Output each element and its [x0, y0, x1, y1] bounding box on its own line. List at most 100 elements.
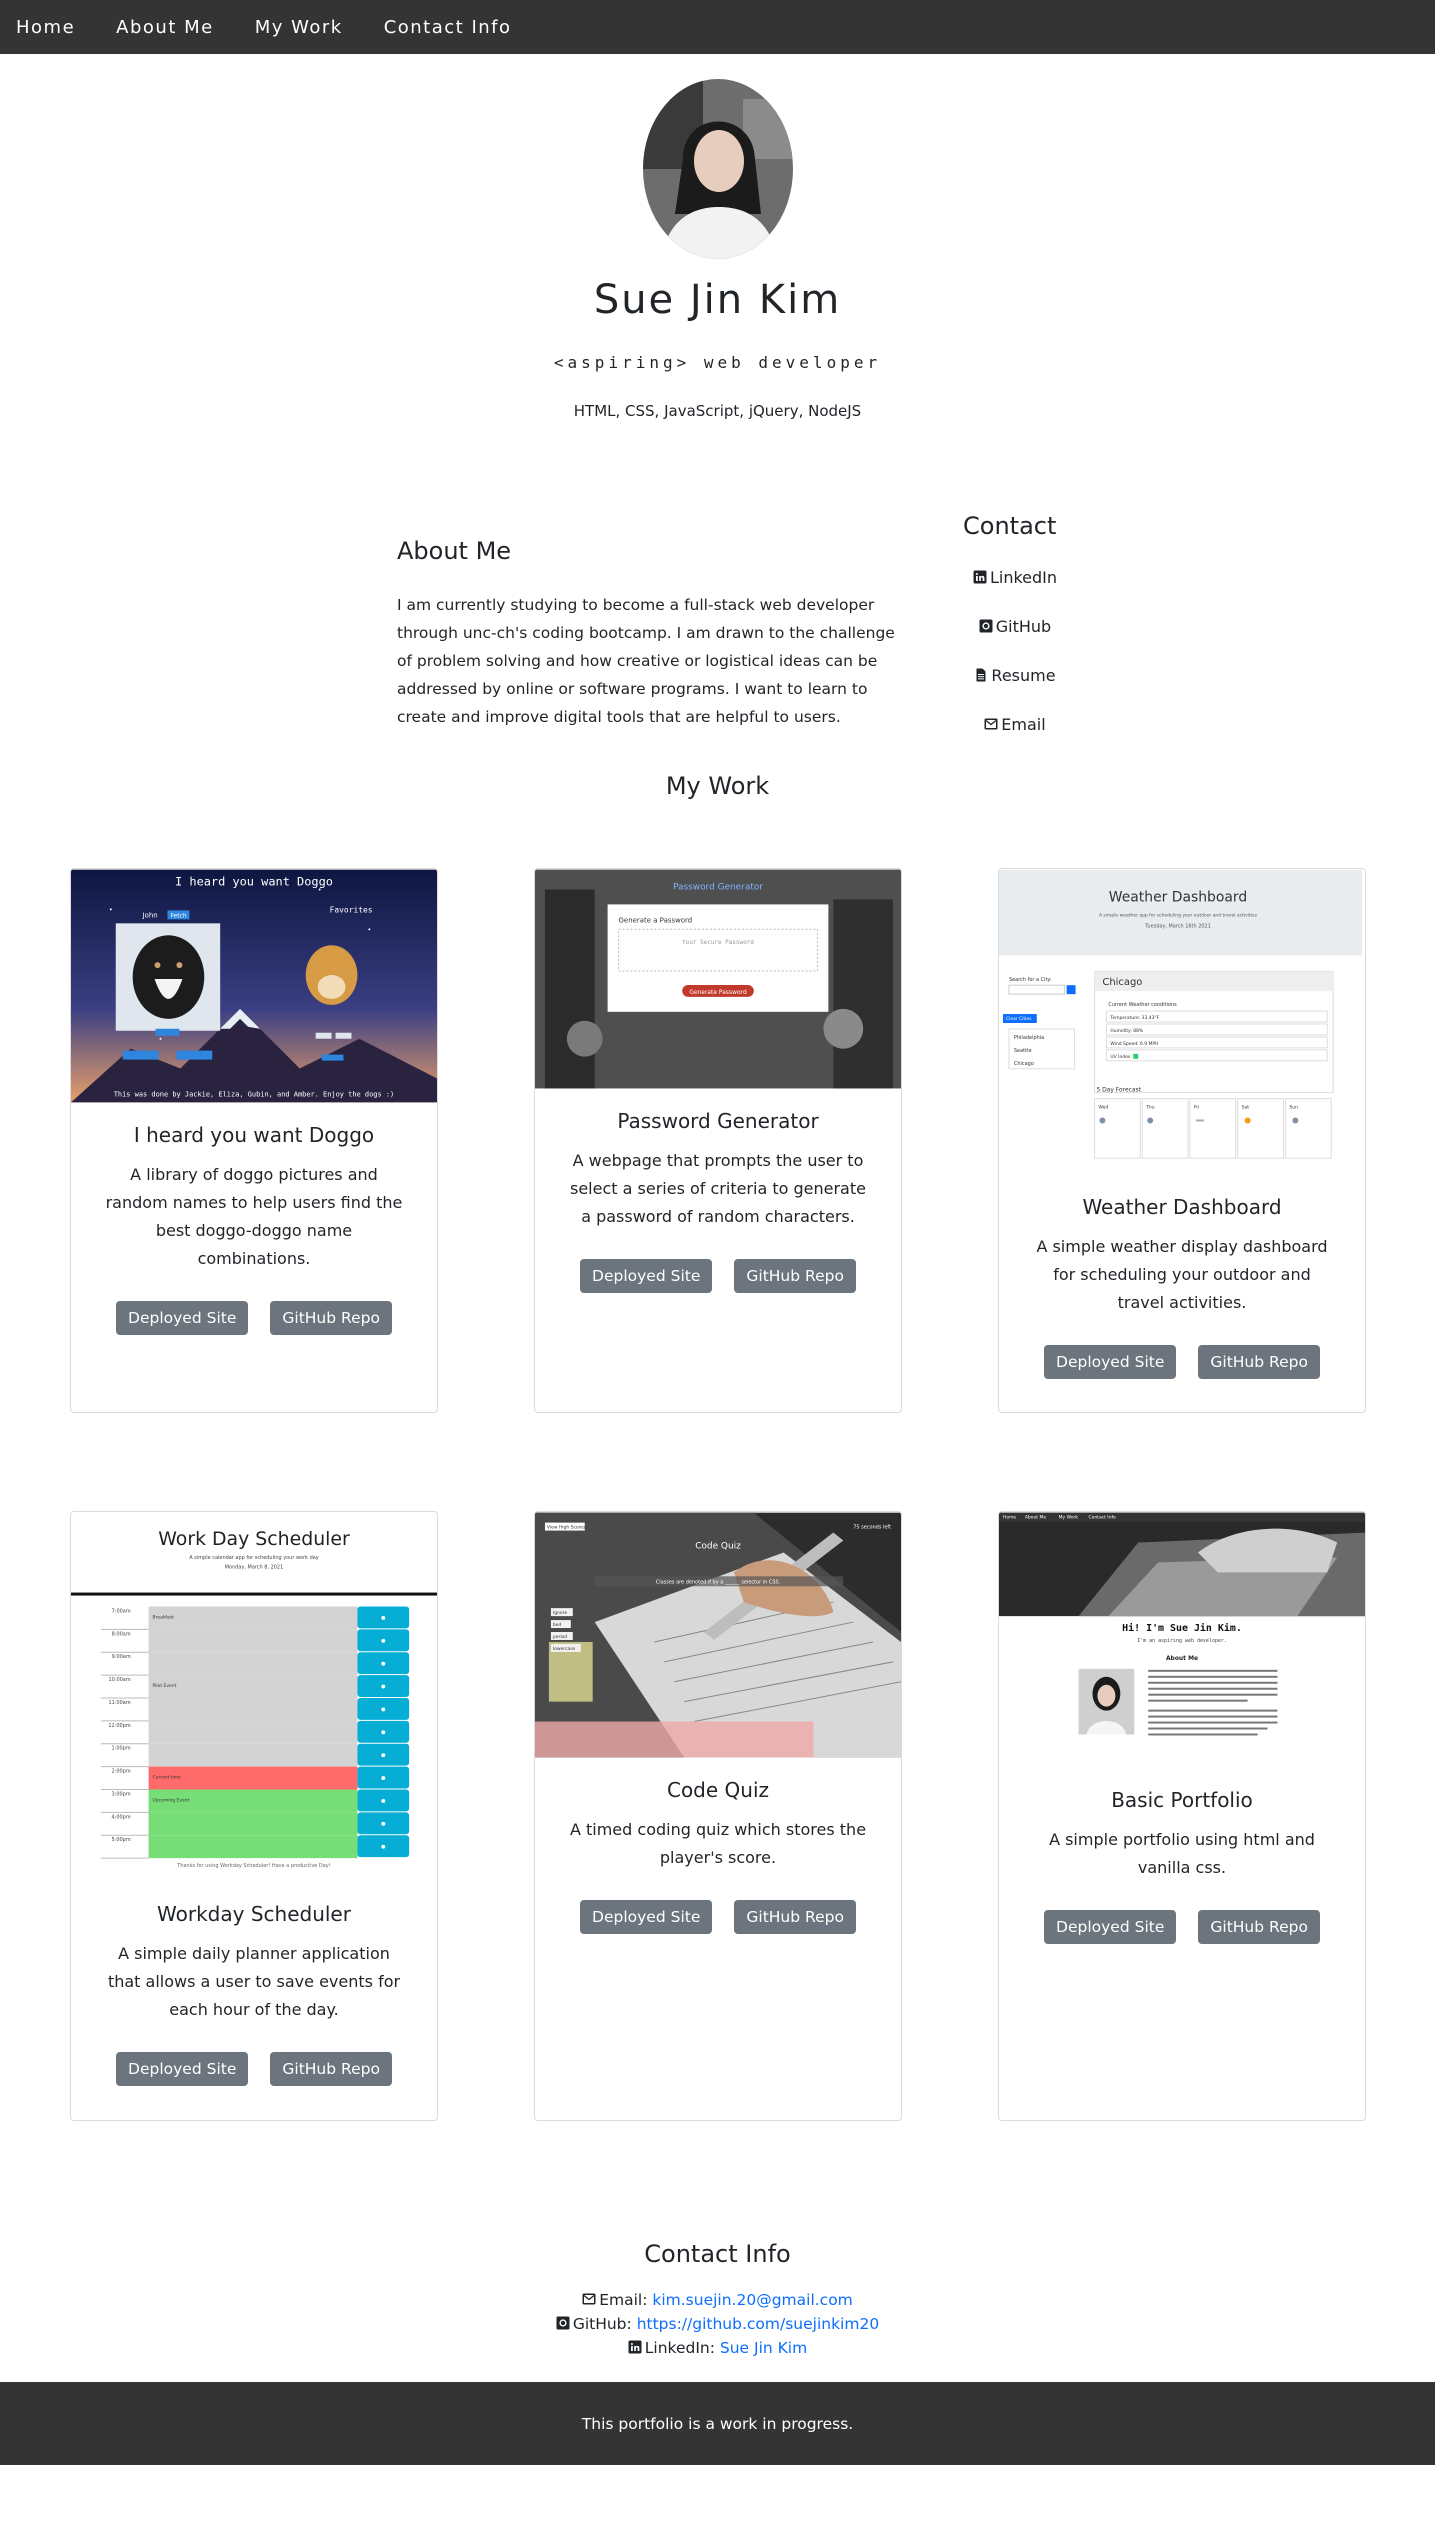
footer-text: This portfolio is a work in progress. [581, 2414, 854, 2433]
hero-name: Sue Jin Kim [593, 277, 842, 323]
github-repo-button[interactable]: GitHub Repo [734, 1900, 856, 1934]
project-description: A timed coding quiz which stores the pla… [569, 1820, 867, 1867]
nav-about-link[interactable]: About Me [116, 17, 214, 38]
quiz-screenshot: View High Scores Code Quiz 75 seconds le… [535, 1512, 901, 1758]
linkedin-icon [973, 570, 987, 584]
nav-home-link[interactable]: Home [16, 17, 75, 38]
email-label: Email: [599, 2291, 648, 2309]
password-screenshot: Password Generator Generate a Password Y… [535, 869, 901, 1089]
quiz-thumb-question: Classes are denoted if by a ______ selec… [656, 1579, 781, 1585]
project-title: I heard you want Doggo [133, 1123, 375, 1147]
project-card-doggo: I heard you want Doggo John Fetch Favori… [70, 868, 438, 1413]
weather-thumb-day-1: Wed [1098, 1105, 1108, 1111]
weather-thumb-forecast: 5 Day Forecast [1096, 1087, 1141, 1094]
scheduler-thumb-hour: 3:00pm [112, 1791, 131, 1797]
nav-contact-link[interactable]: Contact Info [384, 17, 512, 38]
contact-info-linkedin: LinkedIn: Sue Jin Kim [0, 2336, 1435, 2360]
project-description: A webpage that prompts the user to selec… [570, 1151, 866, 1226]
project-title: Weather Dashboard [1082, 1195, 1282, 1219]
weather-thumb-search: Search for a City: [1009, 977, 1052, 983]
project-card-portfolio: Home About Me My Work Contact Info Hi! I… [998, 1511, 1366, 2121]
email-link[interactable]: kim.suejin.20@gmail.com [652, 2291, 852, 2309]
doggo-screenshot: I heard you want Doggo John Fetch Favori… [71, 869, 437, 1103]
profile-photo [642, 79, 793, 259]
quiz-thumb-option-4: lowercase [553, 1646, 576, 1652]
about-me: About Me I am currently studying to beco… [397, 537, 907, 731]
github-repo-button[interactable]: GitHub Repo [1198, 1345, 1320, 1379]
github-repo-button[interactable]: GitHub Repo [734, 1259, 856, 1293]
weather-thumb-city-3: Chicago [1014, 1061, 1034, 1067]
nav-work-link[interactable]: My Work [255, 17, 343, 38]
weather-thumb-city-2: Seattle [1014, 1048, 1032, 1054]
contact-email-link[interactable]: Email [963, 715, 1067, 734]
my-work-title: My Work [665, 772, 770, 800]
project-card-quiz: View High Scores Code Quiz 75 seconds le… [534, 1511, 902, 2121]
scheduler-thumb-hour: 10:00am [108, 1677, 130, 1683]
scheduler-screenshot: Work Day Scheduler A simple calendar app… [71, 1513, 437, 1881]
weather-thumb-stat-2: Humidity: 88% [1110, 1028, 1143, 1034]
weather-thumb-day-4: Sat [1242, 1105, 1250, 1111]
weather-thumb-current: Current Weather conditions [1108, 1002, 1177, 1008]
contact-github-link[interactable]: GitHub [963, 617, 1067, 636]
weather-thumb-city-1: Philadelphia [1014, 1035, 1044, 1041]
github-repo-button[interactable]: GitHub Repo [1198, 1910, 1320, 1944]
quiz-thumb-option-3: period [553, 1634, 567, 1640]
contact-info-title: Contact Info [644, 2240, 791, 2268]
github-icon [979, 619, 993, 633]
about-title: About Me [397, 537, 512, 565]
project-cards: I heard you want Doggo John Fetch Favori… [0, 868, 1435, 2188]
github-repo-button[interactable]: GitHub Repo [270, 2052, 392, 2086]
hero-tagline: <aspiring> web developer [553, 353, 882, 372]
top-navbar: Home About Me My Work Contact Info [0, 0, 1435, 54]
project-card-scheduler: Work Day Scheduler A simple calendar app… [70, 1511, 438, 2121]
project-card-password: Password Generator Generate a Password Y… [534, 868, 902, 1413]
about-contact-section: About Me I am currently studying to beco… [0, 512, 1435, 772]
deployed-site-button[interactable]: Deployed Site [580, 1259, 713, 1293]
weather-thumb-day-3: Fri [1194, 1105, 1199, 1111]
portfolio-thumb-heading: Hi! I'm Sue Jin Kim. [1122, 1622, 1242, 1634]
project-description: A simple weather display dashboard for s… [1036, 1237, 1328, 1312]
password-thumb-box-title: Generate a Password [619, 916, 693, 924]
weather-thumb-subtitle: A simple weather app for scheduling your… [1099, 913, 1258, 919]
project-title: Password Generator [617, 1109, 819, 1133]
scheduler-thumb-hour: 12:00pm [108, 1723, 130, 1729]
project-card-weather: Weather Dashboard A simple weather app f… [998, 868, 1366, 1413]
weather-thumb-date: Tuesday, March 16th 2021 [1144, 924, 1211, 930]
password-thumb-button: Generate Password [689, 989, 747, 996]
contact-email-label: Email [1001, 715, 1046, 734]
hero-section: Sue Jin Kim <aspiring> web developer HTM… [0, 79, 1435, 420]
github-repo-button[interactable]: GitHub Repo [270, 1301, 392, 1335]
deployed-site-button[interactable]: Deployed Site [580, 1900, 713, 1934]
scheduler-thumb-hour: 5:00pm [112, 1837, 131, 1843]
scheduler-thumb-hour: 11:00am [108, 1700, 130, 1706]
deployed-site-button[interactable]: Deployed Site [116, 1301, 249, 1335]
doggo-thumb-favorites: Favorites [330, 905, 373, 914]
password-thumb-heading: Password Generator [673, 882, 763, 892]
deployed-site-button[interactable]: Deployed Site [1044, 1345, 1177, 1379]
contact-info-section: Contact Info Email: kim.suejin.20@gmail.… [0, 2240, 1435, 2360]
portfolio-thumb-nav-2: About Me [1025, 1515, 1046, 1521]
scheduler-thumb-heading: Work Day Scheduler [158, 1528, 350, 1550]
scheduler-thumb-hour: 8:00am [112, 1631, 131, 1637]
weather-thumb-day-2: Thu [1145, 1105, 1155, 1111]
doggo-thumb-fetch: Fetch [170, 912, 186, 919]
doggo-thumb-name: John [142, 911, 158, 919]
weather-thumb-heading: Weather Dashboard [1109, 890, 1247, 906]
github-link[interactable]: https://github.com/suejinkim20 [637, 2315, 880, 2333]
project-title: Workday Scheduler [157, 1902, 351, 1926]
hero-skills: HTML, CSS, JavaScript, jQuery, NodeJS [573, 402, 862, 420]
project-title: Code Quiz [666, 1778, 770, 1802]
deployed-site-button[interactable]: Deployed Site [1044, 1910, 1177, 1944]
project-description: A simple portfolio using html and vanill… [1049, 1830, 1315, 1877]
contact-resume-link[interactable]: Resume [963, 666, 1067, 685]
scheduler-thumb-hour: 7:00am [112, 1608, 131, 1614]
weather-thumb-stat-4: UV Index [1110, 1054, 1130, 1060]
linkedin-link[interactable]: Sue Jin Kim [720, 2339, 807, 2357]
scheduler-thumb-hour: 1:00pm [112, 1746, 131, 1752]
linkedin-label: LinkedIn: [644, 2339, 715, 2357]
file-icon [976, 668, 986, 682]
portfolio-thumb-nav-1: Home [1003, 1515, 1016, 1521]
contact-linkedin-link[interactable]: LinkedIn [963, 568, 1067, 587]
scheduler-thumb-event: Pilot Event [153, 1683, 177, 1689]
deployed-site-button[interactable]: Deployed Site [116, 2052, 249, 2086]
